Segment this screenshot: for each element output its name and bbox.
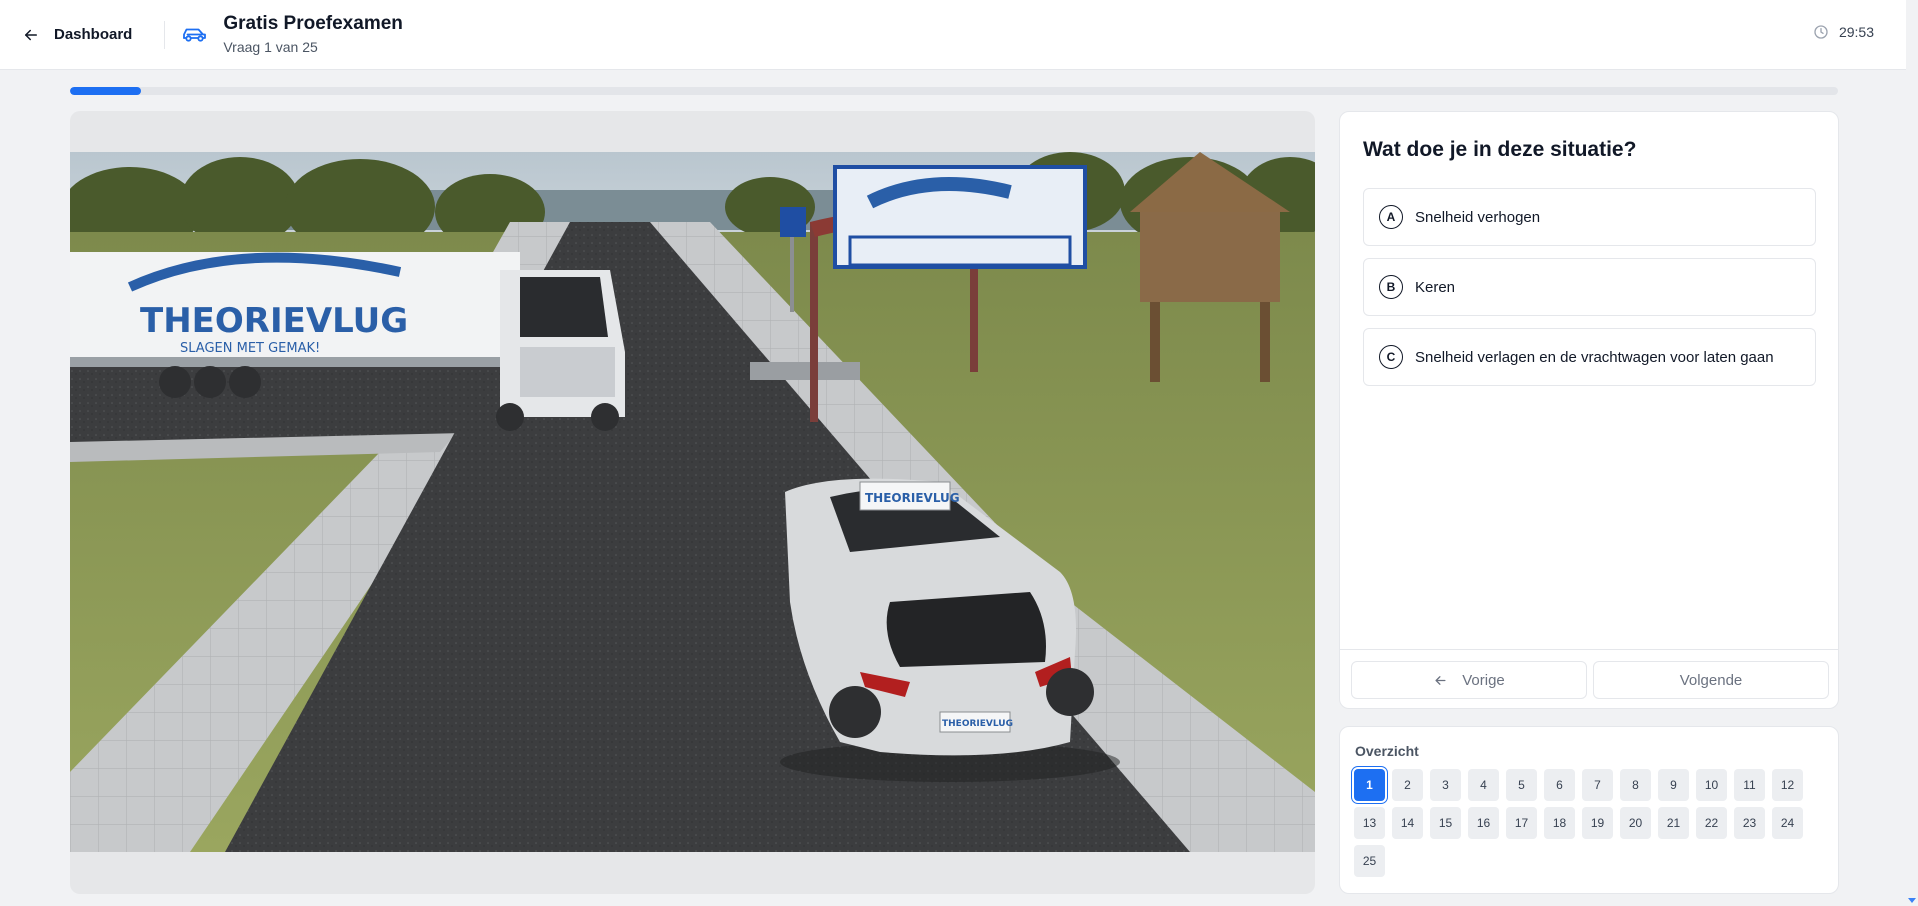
next-label: Volgende bbox=[1679, 671, 1743, 689]
nav-divider bbox=[1340, 649, 1838, 650]
option-b[interactable]: B Keren bbox=[1363, 258, 1816, 316]
option-text: Snelheid verlagen en de vrachtwagen voor… bbox=[1415, 348, 1774, 366]
question-nav-button[interactable]: 24 bbox=[1772, 807, 1803, 839]
question-nav-button[interactable]: 18 bbox=[1544, 807, 1575, 839]
question-nav-button[interactable]: 23 bbox=[1734, 807, 1765, 839]
option-a[interactable]: A Snelheid verhogen bbox=[1363, 188, 1816, 246]
truck-slogan-text: SLAGEN MET GEMAK! bbox=[180, 341, 320, 356]
arrow-left-icon bbox=[1435, 675, 1446, 685]
question-nav-button[interactable]: 7 bbox=[1582, 769, 1613, 801]
truck-brand-text: THEORIEVLUG bbox=[140, 301, 408, 341]
question-nav-button[interactable]: 19 bbox=[1582, 807, 1613, 839]
question-nav-button[interactable]: 2 bbox=[1392, 769, 1423, 801]
question-nav-button[interactable]: 22 bbox=[1696, 807, 1727, 839]
question-grid: 1 2 3 4 5 6 7 8 9 10 11 12 13 14 15 16 17 18 19 20 21 22 23 24 2… bbox=[1354, 769, 1824, 877]
question-nav-button[interactable]: 5 bbox=[1506, 769, 1537, 801]
option-text: Keren bbox=[1415, 278, 1456, 296]
timer-value: 29:53 bbox=[1838, 24, 1874, 40]
timer: 29:53 bbox=[1813, 24, 1874, 40]
back-label: Dashboard bbox=[54, 26, 133, 43]
question-nav-button[interactable]: 21 bbox=[1658, 807, 1689, 839]
question-text: Wat doe je in deze situatie? bbox=[1363, 138, 1637, 161]
question-nav-button[interactable]: 11 bbox=[1734, 769, 1765, 801]
car-plate-text: THEORIEVLUG bbox=[942, 719, 1013, 729]
previous-label: Vorige bbox=[1462, 671, 1505, 689]
previous-button[interactable]: Vorige bbox=[1351, 661, 1587, 699]
next-button[interactable]: Volgende bbox=[1593, 661, 1829, 699]
question-nav-button[interactable]: 9 bbox=[1658, 769, 1689, 801]
option-letter: C bbox=[1379, 345, 1403, 369]
question-nav-button[interactable]: 4 bbox=[1468, 769, 1499, 801]
question-nav-button[interactable]: 14 bbox=[1392, 807, 1423, 839]
question-card: Wat doe je in deze situatie? A Snelheid … bbox=[1339, 111, 1839, 709]
question-nav-button[interactable]: 6 bbox=[1544, 769, 1575, 801]
question-image-card: THEORIEVLUG SLAGEN MET GEMAK! THEORIEVLU… bbox=[70, 111, 1315, 894]
question-nav-button[interactable]: 20 bbox=[1620, 807, 1651, 839]
question-nav-button[interactable]: 15 bbox=[1430, 807, 1461, 839]
clock-icon bbox=[1814, 25, 1828, 39]
question-nav-button[interactable]: 25 bbox=[1354, 845, 1385, 877]
arrow-left-icon bbox=[25, 29, 37, 40]
question-nav-button[interactable]: 16 bbox=[1468, 807, 1499, 839]
question-nav-button[interactable]: 3 bbox=[1430, 769, 1461, 801]
back-to-dashboard-link[interactable]: Dashboard bbox=[22, 15, 132, 55]
question-nav-button[interactable]: 10 bbox=[1696, 769, 1727, 801]
question-nav-button[interactable]: 1 bbox=[1354, 769, 1385, 801]
car-roof-sign-text: THEORIEVLUG bbox=[865, 491, 960, 505]
header-divider bbox=[164, 20, 166, 49]
top-bar: Dashboard Gratis Proefexamen Vraag 1 van… bbox=[0, 0, 1906, 70]
option-c[interactable]: C Snelheid verlagen en de vrachtwagen vo… bbox=[1363, 328, 1816, 386]
exam-title: Gratis Proefexamen bbox=[223, 12, 403, 34]
option-letter: A bbox=[1379, 205, 1403, 229]
option-letter: B bbox=[1379, 275, 1403, 299]
car-icon bbox=[183, 28, 207, 42]
traffic-scene-image: THEORIEVLUG SLAGEN MET GEMAK! THEORIEVLU… bbox=[70, 152, 1315, 852]
question-nav-button[interactable]: 8 bbox=[1620, 769, 1651, 801]
option-text: Snelheid verhogen bbox=[1415, 208, 1541, 226]
overview-label: Overzicht bbox=[1355, 743, 1419, 759]
question-counter: Vraag 1 van 25 bbox=[223, 38, 318, 55]
progress-fill bbox=[70, 87, 141, 95]
scroll-down-icon[interactable] bbox=[1908, 896, 1916, 904]
progress-bar bbox=[70, 87, 1838, 95]
overview-card: Overzicht 1 2 3 4 5 6 7 8 9 10 11 12 13 14 15 16 17 18 19 2… bbox=[1339, 726, 1839, 894]
question-nav-button[interactable]: 12 bbox=[1772, 769, 1803, 801]
question-nav-button[interactable]: 13 bbox=[1354, 807, 1385, 839]
question-nav-button[interactable]: 17 bbox=[1506, 807, 1537, 839]
